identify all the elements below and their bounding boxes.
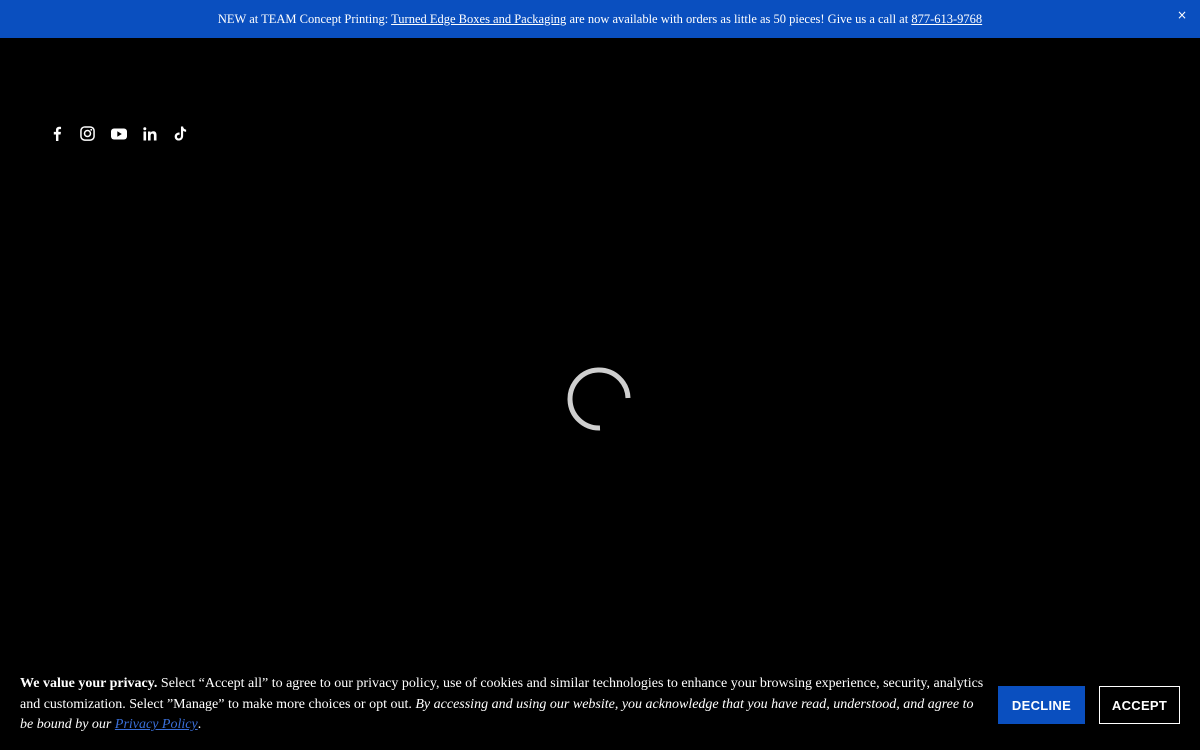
announcement-middle: are now available with orders as little … <box>566 11 912 26</box>
facebook-icon[interactable] <box>48 125 65 142</box>
privacy-policy-link[interactable]: Privacy Policy <box>115 717 198 732</box>
decline-button[interactable]: DECLINE <box>998 686 1085 724</box>
announcement-bar: NEW at TEAM Concept Printing: Turned Edg… <box>0 0 1200 38</box>
cookie-end: . <box>197 717 202 732</box>
page: NEW at TEAM Concept Printing: Turned Edg… <box>0 0 1200 750</box>
cookie-heading: We value your privacy. <box>20 676 158 691</box>
turned-edge-boxes-link[interactable]: Turned Edge Boxes and Packaging <box>391 12 566 26</box>
linkedin-icon[interactable] <box>141 125 158 142</box>
tiktok-icon[interactable] <box>172 125 189 142</box>
announcement-prefix: NEW at TEAM Concept Printing: <box>217 11 392 26</box>
accept-button[interactable]: ACCEPT <box>1099 686 1180 724</box>
loading-spinner <box>566 366 632 432</box>
cookie-banner: We value your privacy. Select “Accept al… <box>0 660 1200 750</box>
youtube-icon[interactable] <box>110 125 127 142</box>
announcement-message: NEW at TEAM Concept Printing: Turned Edg… <box>218 12 982 27</box>
cookie-message: We value your privacy. Select “Accept al… <box>20 674 985 736</box>
phone-link[interactable]: 877-613-9768 <box>911 12 982 26</box>
close-icon[interactable]: × <box>1177 9 1187 21</box>
instagram-icon[interactable] <box>79 125 96 142</box>
social-links <box>48 125 189 142</box>
